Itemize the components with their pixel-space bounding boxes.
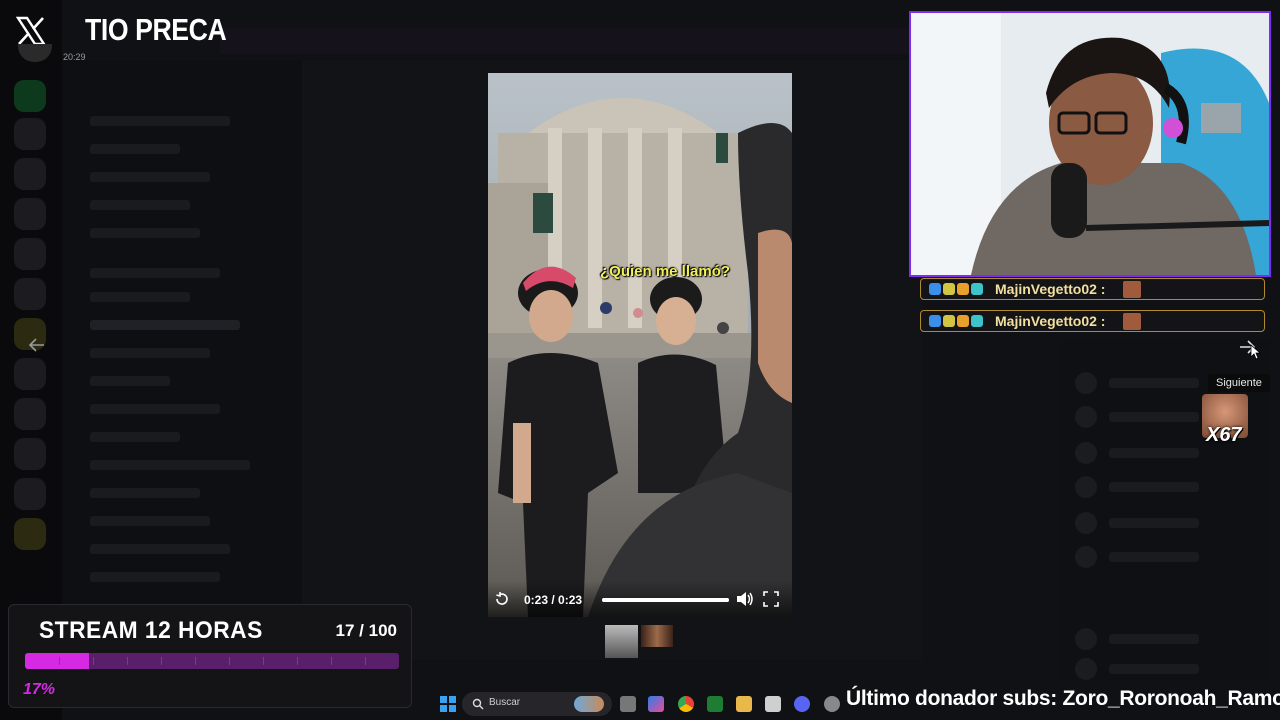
taskbar: Buscar <box>428 688 848 720</box>
task-view-icon[interactable] <box>620 696 636 712</box>
chat-username: MajinVegetto02 : <box>995 313 1106 329</box>
channel-item <box>90 404 220 414</box>
channel-item <box>90 544 230 554</box>
channel-item <box>90 348 210 358</box>
xbox-icon[interactable] <box>707 696 723 712</box>
webcam-overlay <box>909 11 1271 277</box>
chat-username: MajinVegetto02 : <box>995 281 1106 297</box>
video-time: 0:23 / 0:23 <box>524 593 583 607</box>
video-caption: ¿Quien me llamó? <box>600 263 731 280</box>
emote-icon <box>1123 281 1141 298</box>
server-icon <box>14 398 46 430</box>
badge-icon <box>929 315 941 327</box>
badge-icon <box>943 315 955 327</box>
search-highlight-icon <box>574 696 604 712</box>
chat-badges <box>929 315 983 327</box>
replay-icon[interactable] <box>494 591 510 607</box>
badge-icon <box>957 315 969 327</box>
server-icon <box>14 358 46 390</box>
channel-item <box>90 488 200 498</box>
member-item <box>1075 546 1225 568</box>
next-media-button[interactable] <box>1232 332 1262 362</box>
x-logo-icon[interactable] <box>14 14 48 48</box>
goal-percent: 17% <box>23 681 56 698</box>
folder-icon[interactable] <box>736 696 752 712</box>
media-thumbnail[interactable] <box>605 625 638 658</box>
channel-item <box>90 268 220 278</box>
channel-item <box>90 172 210 182</box>
streamer-mode-banner <box>220 28 920 54</box>
channel-item <box>90 144 180 154</box>
seek-bar[interactable] <box>602 598 729 602</box>
webcam-feed <box>911 13 1269 275</box>
badge-icon <box>957 283 969 295</box>
windows-start-icon[interactable] <box>440 696 456 712</box>
cursor-icon <box>1250 344 1262 360</box>
channel-item <box>90 432 180 442</box>
video-controls: 0:23 / 0:23 <box>488 581 792 617</box>
video-player[interactable]: ¿Quien me llamó? 0:23 / 0:23 <box>488 73 792 617</box>
goal-count: 17 / 100 <box>335 621 397 640</box>
channel-item <box>90 116 230 126</box>
chat-message: MajinVegetto02 : <box>920 310 1265 332</box>
channel-item <box>90 572 220 582</box>
member-item <box>1075 658 1225 680</box>
emote-counter: X67 <box>1206 424 1242 446</box>
chrome-icon[interactable] <box>678 696 694 712</box>
server-icon <box>14 278 46 310</box>
store-icon[interactable] <box>765 696 781 712</box>
chat-message: MajinVegetto02 : <box>920 278 1265 300</box>
goal-progress-bar <box>25 653 399 669</box>
badge-icon <box>943 283 955 295</box>
arrow-left-icon <box>29 338 44 352</box>
streamer-title: TIO PRECA <box>85 12 227 47</box>
server-icon <box>14 118 46 150</box>
media-thumbnail[interactable] <box>641 625 673 647</box>
channel-item <box>90 292 190 302</box>
taskbar-search[interactable]: Buscar <box>462 692 612 716</box>
seek-bar-fill <box>602 598 729 602</box>
search-label: Buscar <box>489 697 521 708</box>
server-icon <box>14 80 46 112</box>
copilot-icon[interactable] <box>648 696 664 712</box>
server-icon <box>14 238 46 270</box>
chat-badges <box>929 283 983 295</box>
emote-icon <box>1123 313 1141 330</box>
server-icon <box>14 518 46 550</box>
next-tooltip: Siguiente <box>1208 374 1270 392</box>
post-time: 20:29 <box>63 52 86 62</box>
channel-item <box>90 320 240 330</box>
server-icon <box>14 198 46 230</box>
member-item <box>1075 442 1225 464</box>
badge-icon <box>971 283 983 295</box>
discord-icon[interactable] <box>794 696 810 712</box>
channel-item <box>90 228 200 238</box>
server-icon <box>14 438 46 470</box>
video-frame <box>488 73 792 617</box>
previous-media-button[interactable] <box>22 330 52 360</box>
server-icon <box>14 158 46 190</box>
member-item <box>1075 372 1225 394</box>
obs-icon[interactable] <box>824 696 840 712</box>
channel-item <box>90 376 170 386</box>
badge-icon <box>929 283 941 295</box>
volume-icon[interactable] <box>736 591 754 607</box>
channel-item <box>90 516 210 526</box>
channel-item <box>90 200 190 210</box>
server-icon <box>14 478 46 510</box>
member-item <box>1075 476 1225 498</box>
member-item <box>1075 628 1225 650</box>
member-item <box>1075 512 1225 534</box>
badge-icon <box>971 315 983 327</box>
fullscreen-icon[interactable] <box>763 591 779 607</box>
sub-goal-widget: STREAM 12 HORAS 17 / 100 17% <box>8 604 412 708</box>
channel-item <box>90 460 250 470</box>
goal-progress-fill <box>25 653 89 669</box>
last-donor-ticker: Último donador subs: Zoro_Roronoah_Ramos <box>846 687 1280 710</box>
goal-title: STREAM 12 HORAS <box>39 617 263 644</box>
search-icon <box>472 698 484 710</box>
